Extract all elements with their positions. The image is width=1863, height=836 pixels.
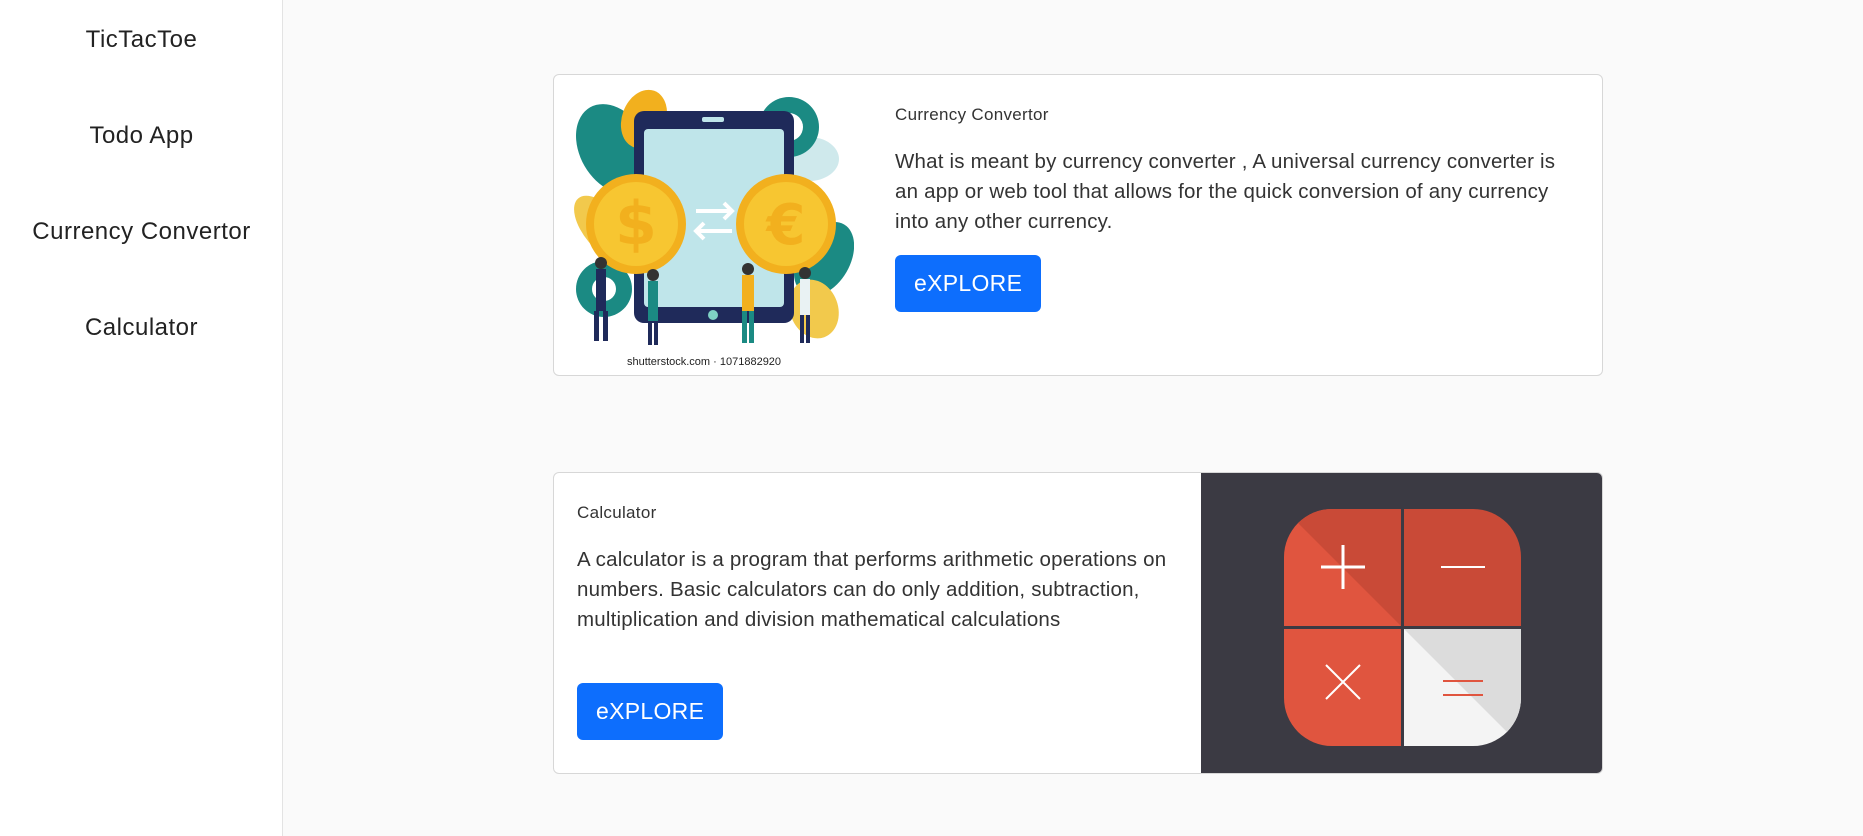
card-description: What is meant by currency converter , A … [895,150,1556,233]
card-title: Calculator [577,503,657,522]
explore-button[interactable]: eXPLORE [577,683,724,740]
svg-text:$: $ [615,189,657,259]
sidebar-item-tictactoe[interactable]: TicTacToe [0,24,283,56]
calculator-image [1201,473,1602,773]
card-description: A calculator is a program that performs … [577,548,1167,631]
sidebar-item-todo-app[interactable]: Todo App [0,120,283,152]
calculator-card: Calculator A calculator is a program tha… [553,472,1603,774]
image-watermark: shutterstock.com · 1071882920 [627,356,781,368]
sidebar: TicTacToe Todo App Currency Convertor Ca… [0,0,283,836]
svg-text:€: € [765,193,806,258]
card-title: Currency Convertor [895,105,1049,124]
calculator-app-icon [1284,509,1521,746]
sidebar-item-calculator[interactable]: Calculator [0,312,283,344]
currency-convertor-card: $ € shutterstock.com · 1071882920 Curren… [553,74,1603,376]
explore-button[interactable]: eXPLORE [895,255,1042,312]
currency-exchange-illustration: $ € shutterstock.com · 1071882920 [574,89,855,371]
sidebar-item-currency-convertor[interactable]: Currency Convertor [0,216,283,248]
